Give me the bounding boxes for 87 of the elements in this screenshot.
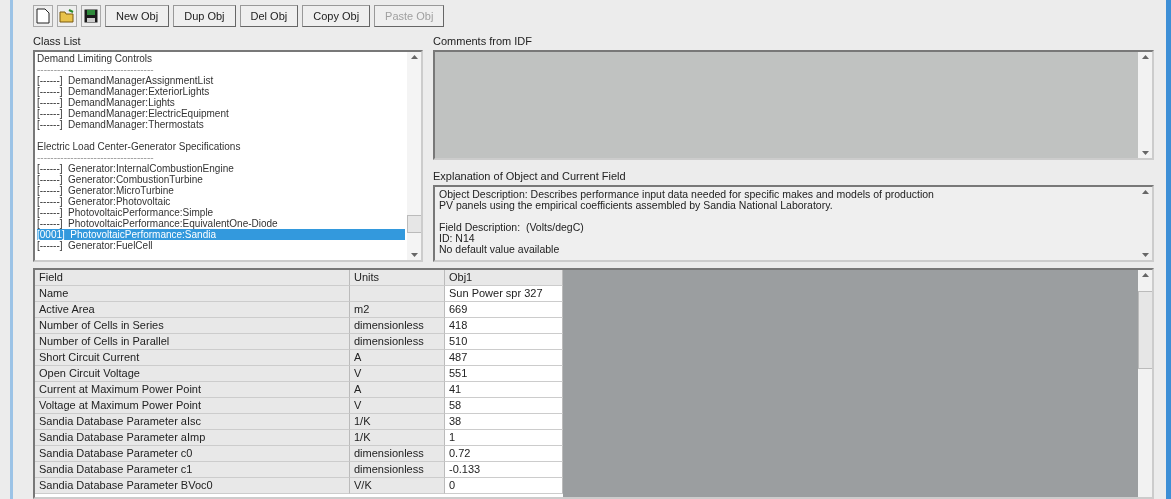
explanation-line: PV panels using the empirical coefficients assembled by Sandia National Laboratory. [439,200,834,211]
table-cell: V [350,398,445,414]
table-cell: dimensionless [350,318,445,334]
scroll-thumb[interactable] [406,215,421,233]
scrollbar[interactable] [407,52,421,260]
table-cell: Number of Cells in Parallel [35,334,350,350]
folder-icon [59,9,75,23]
toolbar-button[interactable]: Del Obj [239,5,299,27]
group-header: Electric Load Center-Generator Specifications [37,141,242,152]
class-list-item[interactable]: [------] DemandManager:Lights [37,97,405,108]
table-cell: Number of Cells in Series [35,318,350,334]
class-list-item[interactable]: [------] DemandManager:ExteriorLights [37,86,405,97]
scrollbar[interactable] [1138,270,1152,497]
column-header[interactable]: Units [350,270,445,286]
new-file-icon [36,8,50,24]
toolbar-button[interactable]: Copy Obj [302,5,371,27]
table-cell: 1/K [350,430,445,446]
class-list-item[interactable]: [------] PhotovoltaicPerformance:EquivalentOne-Diode [37,218,405,229]
explanation-line: Object Description: Describes performance input data needed for specific makes and models of production [439,189,935,200]
value-cell[interactable]: 510 [445,334,563,350]
table-cell: Sandia Database Parameter aIsc [35,414,350,430]
panel-label: Class List [33,34,82,49]
table-cell: Short Circuit Current [35,350,350,366]
table-cell: Open Circuit Voltage [35,366,350,382]
toolbar-button[interactable]: Dup Obj [173,5,236,27]
value-cell[interactable]: Sun Power spr 327 [445,286,563,302]
explanation-line: No default value available [439,244,561,255]
group-header: Demand Limiting Controls [37,53,154,64]
table-cell: Sandia Database Parameter BVoc0 [35,478,350,494]
column-header[interactable]: Obj1 [445,270,563,286]
table-cell: Active Area [35,302,350,318]
value-cell[interactable]: 38 [445,414,563,430]
scrollbar[interactable] [1138,52,1152,158]
panel-label: Explanation of Object and Current Field [433,169,627,184]
value-cell[interactable]: 418 [445,318,563,334]
panel-label: Comments from IDF [433,34,533,49]
explanation-line: Field Description: (Volts/degC) [439,222,585,233]
table-cell: Name [35,286,350,302]
table-cell: V/K [350,478,445,494]
scroll-down-icon[interactable] [410,253,418,257]
table-cell: dimensionless [350,462,445,478]
value-cell[interactable]: 551 [445,366,563,382]
separator-text: ----------------------------------- [37,64,155,75]
value-cell[interactable]: 669 [445,302,563,318]
save-button[interactable] [81,5,101,27]
table-cell: Current at Maximum Power Point [35,382,350,398]
separator-text: ----------------------------------- [37,152,155,163]
table-cell: V [350,366,445,382]
class-list-item[interactable]: [------] Generator:MicroTurbine [37,185,405,196]
class-list-item[interactable]: [------] Generator:InternalCombustionEngine [37,163,405,174]
table-cell: dimensionless [350,446,445,462]
toolbar-button[interactable]: New Obj [105,5,170,27]
value-cell[interactable]: 1 [445,430,563,446]
comments-box[interactable] [433,50,1154,160]
table-cell: m2 [350,302,445,318]
table-cell: A [350,382,445,398]
value-cell[interactable]: 487 [445,350,563,366]
table-cell: Sandia Database Parameter c0 [35,446,350,462]
class-list-item[interactable]: [------] DemandManager:ElectricEquipment [37,108,405,119]
table-cell: dimensionless [350,334,445,350]
value-cell[interactable]: 58 [445,398,563,414]
new-button[interactable] [33,5,53,27]
table-cell: Voltage at Maximum Power Point [35,398,350,414]
column-header[interactable]: Field [35,270,350,286]
value-cell[interactable]: -0.133 [445,462,563,478]
scroll-up-icon[interactable] [1141,55,1149,59]
class-list-item[interactable]: [------] Generator:Photovoltaic [37,196,405,207]
value-cell[interactable]: 0.72 [445,446,563,462]
class-list-item[interactable]: [------] Generator:FuelCell [37,240,405,251]
scroll-thumb[interactable] [1137,291,1152,369]
class-list-item[interactable]: [------] DemandManagerAssignmentList [37,75,405,86]
scroll-up-icon[interactable] [1141,273,1149,277]
class-list-item[interactable]: [------] DemandManager:Thermostats [37,119,405,130]
open-button[interactable] [57,5,77,27]
class-list-item[interactable]: [------] PhotovoltaicPerformance:Simple [37,207,405,218]
explanation-line: ID: N14 [439,233,475,244]
scroll-down-icon[interactable] [1141,151,1149,155]
table-cell: Sandia Database Parameter c1 [35,462,350,478]
scroll-up-icon[interactable] [1141,190,1149,194]
table-cell: 1/K [350,414,445,430]
table-cell: A [350,350,445,366]
scroll-up-icon[interactable] [410,55,418,59]
class-list-item[interactable]: [------] Generator:CombustionTurbine [37,174,405,185]
value-cell[interactable]: 0 [445,478,563,494]
table-cell: Sandia Database Parameter aImp [35,430,350,446]
value-cell[interactable]: 41 [445,382,563,398]
scroll-down-icon[interactable] [1141,253,1149,257]
